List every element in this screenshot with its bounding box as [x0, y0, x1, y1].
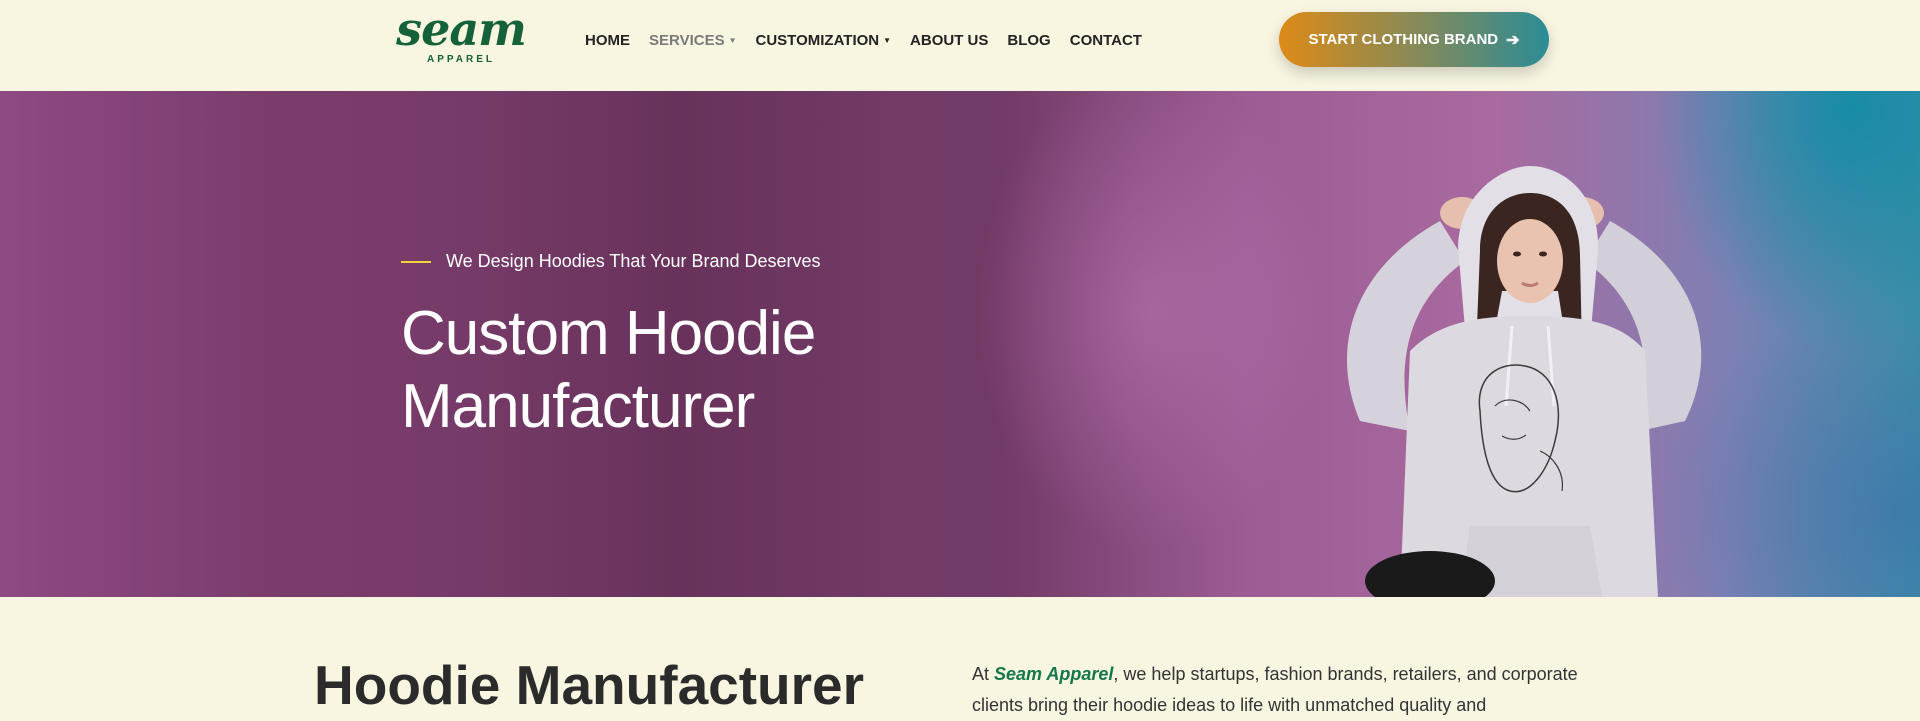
brand-name: Seam Apparel	[994, 664, 1114, 684]
hero-eyebrow: We Design Hoodies That Your Brand Deserv…	[401, 251, 821, 272]
nav-about-us[interactable]: ABOUT US	[910, 32, 988, 49]
nav-customization[interactable]: CUSTOMIZATION ▼	[756, 32, 892, 49]
cta-label: START CLOTHING BRAND	[1308, 31, 1499, 48]
nav-customization-label: CUSTOMIZATION	[755, 31, 880, 49]
site-header: seam APPAREL HOME SERVICES ▼ CUSTOMIZATI…	[0, 0, 1920, 91]
main-nav: HOME SERVICES ▼ CUSTOMIZATION ▼ ABOUT US…	[585, 28, 1161, 52]
arrow-right-icon: ➔	[1506, 31, 1520, 49]
hero-title-line-2: Manufacturer	[401, 372, 755, 441]
nav-blog[interactable]: BLOG	[1007, 32, 1050, 49]
nav-about-us-label: ABOUT US	[910, 31, 989, 49]
nav-home-label: HOME	[585, 31, 630, 49]
caret-down-icon: ▼	[883, 35, 892, 45]
caret-down-icon: ▼	[728, 35, 737, 45]
logo-wordmark: seam	[396, 2, 527, 56]
hero-eyebrow-text: We Design Hoodies That Your Brand Deserv…	[446, 251, 821, 271]
nav-blog-label: BLOG	[1007, 31, 1051, 49]
logo[interactable]: seam APPAREL	[378, 4, 544, 68]
intro-paragraph: At Seam Apparel, we help startups, fashi…	[972, 659, 1602, 721]
section-title: Hoodie Manufacturer	[314, 654, 865, 716]
start-clothing-brand-button[interactable]: START CLOTHING BRAND ➔	[1279, 12, 1549, 67]
intro-prefix: At	[972, 664, 995, 684]
logo-subtitle: APPAREL	[426, 54, 496, 65]
hero-model-image	[1346, 166, 1702, 597]
hero-title: Custom Hoodie Manufacturer	[401, 297, 921, 443]
nav-home[interactable]: HOME	[585, 32, 630, 49]
hero-title-line-1: Custom Hoodie	[401, 299, 816, 368]
nav-contact-label: CONTACT	[1069, 31, 1142, 49]
hero-banner: We Design Hoodies That Your Brand Deserv…	[0, 91, 1920, 597]
nav-services[interactable]: SERVICES ▼	[649, 32, 737, 49]
nav-contact[interactable]: CONTACT	[1070, 32, 1142, 49]
nav-services-label: SERVICES	[649, 31, 725, 49]
eyebrow-accent-line	[401, 260, 431, 263]
